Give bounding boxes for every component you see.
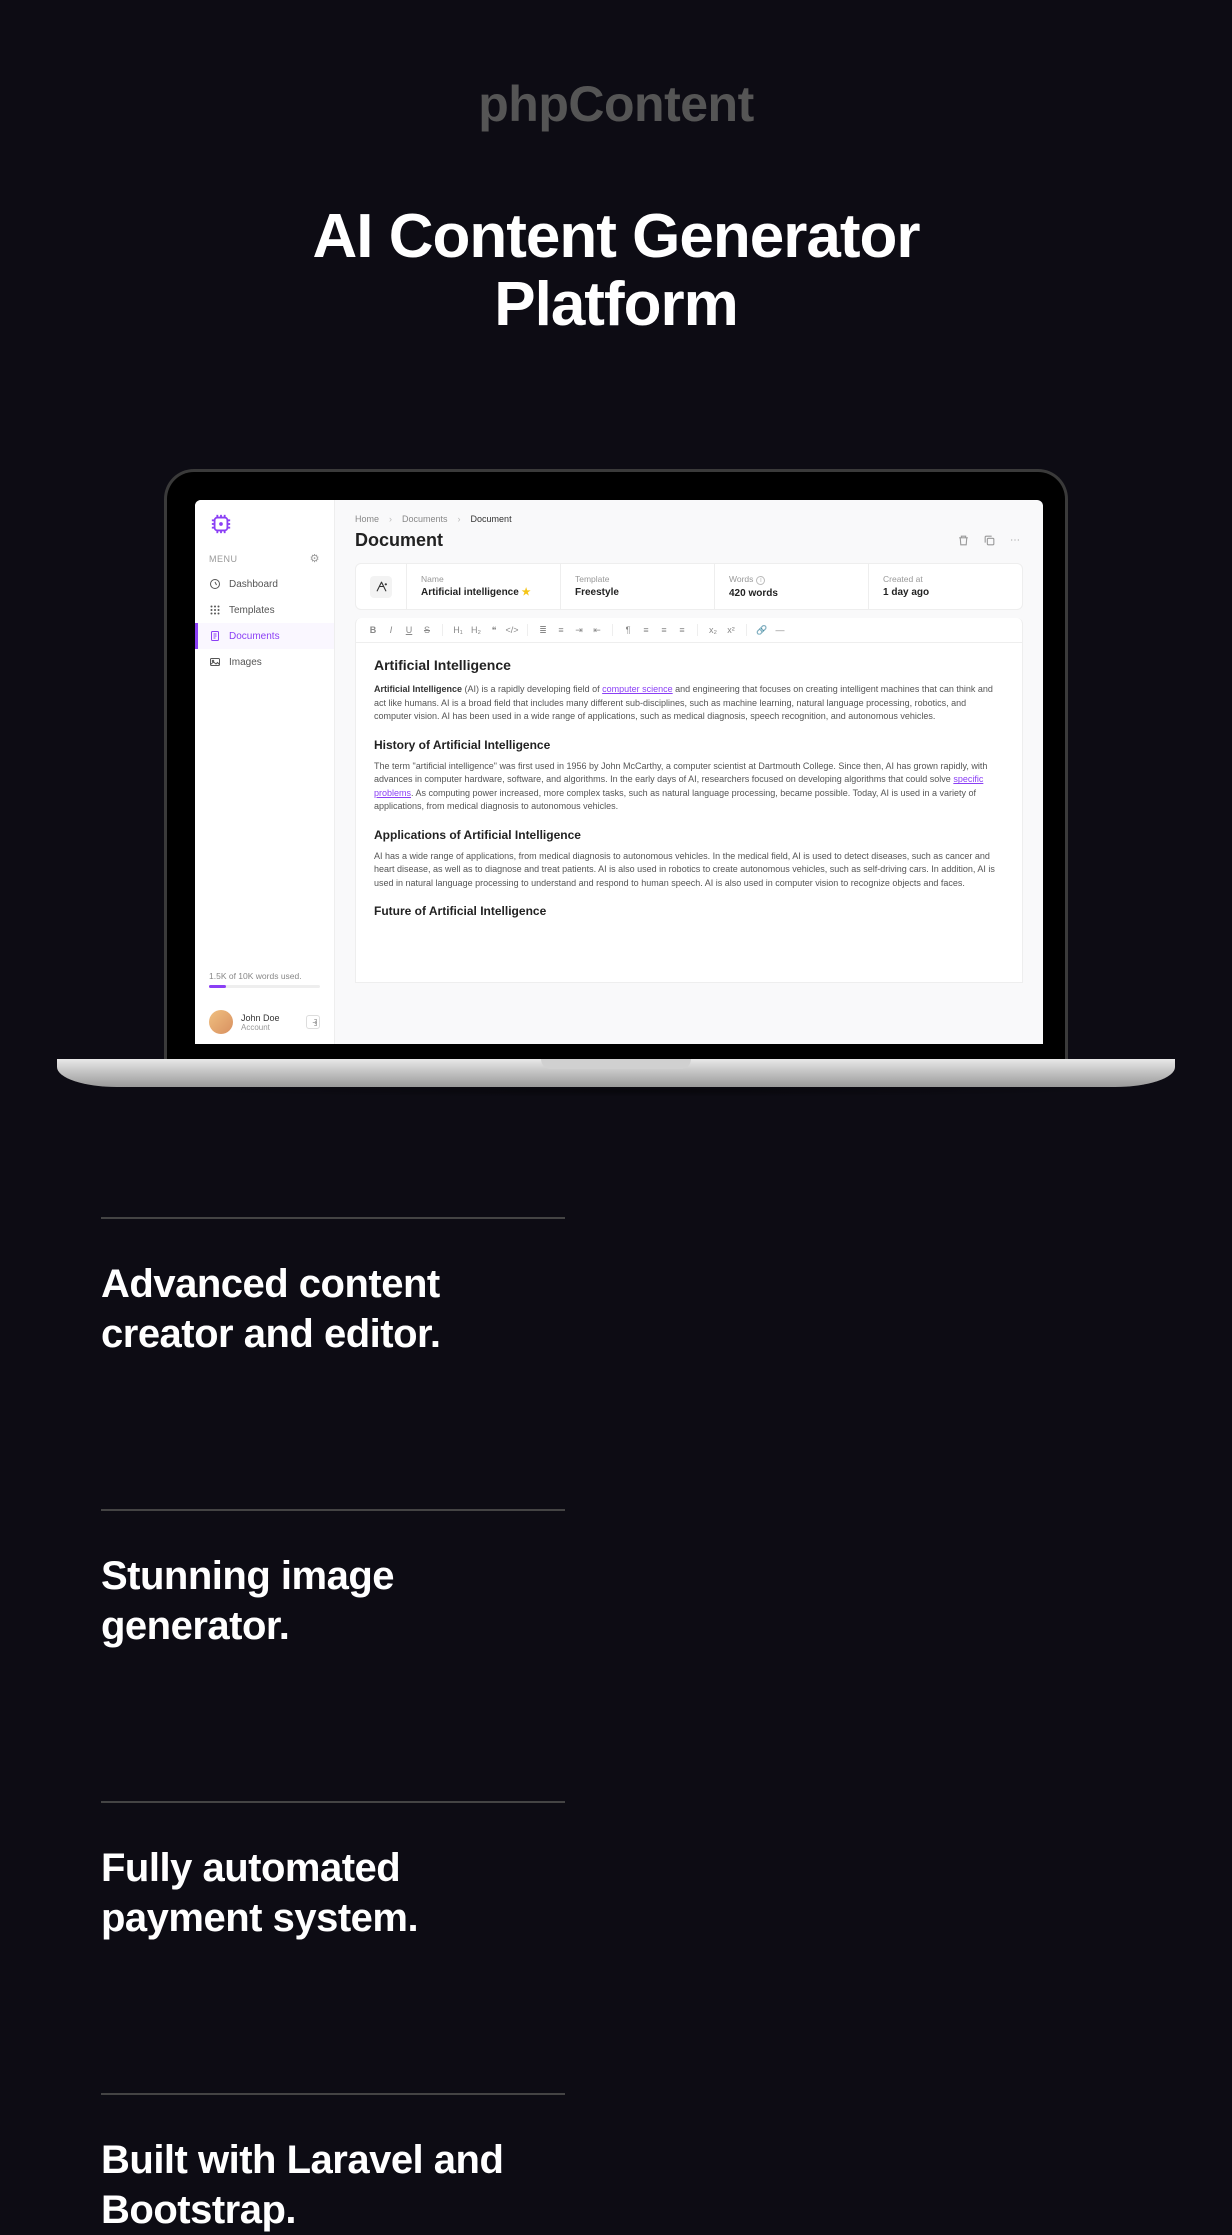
strike-icon[interactable]: S [420, 625, 434, 635]
meta-created-value: 1 day ago [883, 587, 1008, 598]
info-icon[interactable]: i [756, 576, 765, 585]
sidebar-item-label: Images [229, 657, 262, 668]
editor-toolbar: B I U S H₁ H₂ ❝ </> ≣ ≡ ⇥ ⇤ [355, 618, 1023, 643]
feature-item: Built with Laravel and Bootstrap. [101, 2093, 565, 2235]
document-type-icon [370, 576, 392, 598]
h2-icon[interactable]: H₂ [469, 625, 483, 635]
sidebar-item-label: Dashboard [229, 579, 278, 590]
link-icon[interactable]: 🔗 [755, 625, 769, 636]
features-grid: Advanced content creator and editor. Stu… [101, 1217, 1131, 2235]
feature-item: Stunning image generator. [101, 1509, 565, 1651]
feature-item: Fully automated payment system. [101, 1801, 565, 1943]
align-right-icon[interactable]: ≡ [675, 625, 689, 635]
sidebar-item-documents[interactable]: Documents [195, 623, 334, 649]
article-subheading: Applications of Artificial Intelligence [374, 828, 1004, 842]
bold-icon[interactable]: B [366, 625, 380, 635]
h1-icon[interactable]: H₁ [451, 625, 465, 635]
hr-icon[interactable]: — [773, 625, 787, 635]
laptop-mockup: MENU ⚙ Dashboard Templates Documents [164, 469, 1068, 1097]
more-icon[interactable]: ⋯ [1007, 533, 1023, 549]
quote-icon[interactable]: ❝ [487, 625, 501, 636]
subscript-icon[interactable]: x₂ [706, 625, 720, 635]
list-ordered-icon[interactable]: ≡ [554, 625, 568, 635]
paragraph-icon[interactable]: ¶ [621, 625, 635, 635]
breadcrumb: Home › Documents › Document [355, 514, 1023, 524]
meta-template-label: Template [575, 574, 700, 584]
document-icon [209, 630, 221, 642]
chevron-right-icon: › [389, 514, 392, 524]
sidebar: MENU ⚙ Dashboard Templates Documents [195, 500, 335, 1044]
dashboard-icon [209, 578, 221, 590]
gear-icon[interactable]: ⚙ [310, 552, 320, 565]
star-icon[interactable]: ★ [522, 587, 531, 598]
meta-template-value: Freestyle [575, 587, 700, 598]
user-account-row[interactable]: John Doe Account [209, 1000, 320, 1034]
align-left-icon[interactable]: ≡ [639, 625, 653, 635]
user-name: John Doe [241, 1013, 298, 1023]
underline-icon[interactable]: U [402, 625, 416, 635]
article-paragraph: The term "artificial intelligence" was f… [374, 760, 1004, 814]
brand-logo: phpContent [0, 75, 1232, 133]
list-bullet-icon[interactable]: ≣ [536, 625, 550, 636]
trash-icon[interactable] [955, 533, 971, 549]
chevron-right-icon: › [458, 514, 461, 524]
article-subheading: Future of Artificial Intelligence [374, 904, 1004, 918]
menu-section-label: MENU [209, 554, 238, 564]
avatar [209, 1010, 233, 1034]
meta-name-value: Artificial intelligence ★ [421, 587, 546, 598]
grid-icon [209, 604, 221, 616]
document-meta-card: Name Artificial intelligence ★ Template … [355, 563, 1023, 610]
main-content: Home › Documents › Document Document ⋯ [335, 500, 1043, 1044]
sidebar-item-label: Documents [229, 631, 280, 642]
usage-bar [209, 985, 320, 988]
breadcrumb-item[interactable]: Home [355, 514, 379, 524]
code-icon[interactable]: </> [505, 625, 519, 635]
logout-icon[interactable] [306, 1015, 320, 1029]
user-sub: Account [241, 1023, 298, 1032]
app-window: MENU ⚙ Dashboard Templates Documents [195, 500, 1043, 1044]
meta-words-value: 420 words [729, 588, 854, 599]
italic-icon[interactable]: I [384, 625, 398, 635]
sidebar-item-templates[interactable]: Templates [195, 597, 334, 623]
article-subheading: History of Artificial Intelligence [374, 738, 1004, 752]
meta-name-label: Name [421, 574, 546, 584]
sidebar-item-label: Templates [229, 605, 275, 616]
meta-words-label: Wordsi [729, 574, 854, 585]
superscript-icon[interactable]: x² [724, 625, 738, 635]
main-headline: AI Content Generator Platform [0, 203, 1232, 339]
feature-item: Advanced content creator and editor. [101, 1217, 565, 1359]
editor-content[interactable]: Artificial Intelligence Artificial Intel… [355, 643, 1023, 983]
meta-created-label: Created at [883, 574, 1008, 584]
article-paragraph: AI has a wide range of applications, fro… [374, 850, 1004, 891]
sidebar-item-images[interactable]: Images [195, 649, 334, 675]
sidebar-item-dashboard[interactable]: Dashboard [195, 571, 334, 597]
breadcrumb-item[interactable]: Documents [402, 514, 448, 524]
image-icon [209, 656, 221, 668]
article-paragraph: Artificial Intelligence (AI) is a rapidl… [374, 683, 1004, 724]
article-heading: Artificial Intelligence [374, 657, 1004, 673]
indent-icon[interactable]: ⇥ [572, 625, 586, 636]
outdent-icon[interactable]: ⇤ [590, 625, 604, 636]
app-logo[interactable] [195, 500, 334, 544]
copy-icon[interactable] [981, 533, 997, 549]
content-link[interactable]: computer science [602, 684, 673, 694]
breadcrumb-item: Document [471, 514, 512, 524]
usage-text: 1.5K of 10K words used. [209, 971, 320, 981]
align-center-icon[interactable]: ≡ [657, 625, 671, 635]
page-title: Document [355, 530, 443, 551]
